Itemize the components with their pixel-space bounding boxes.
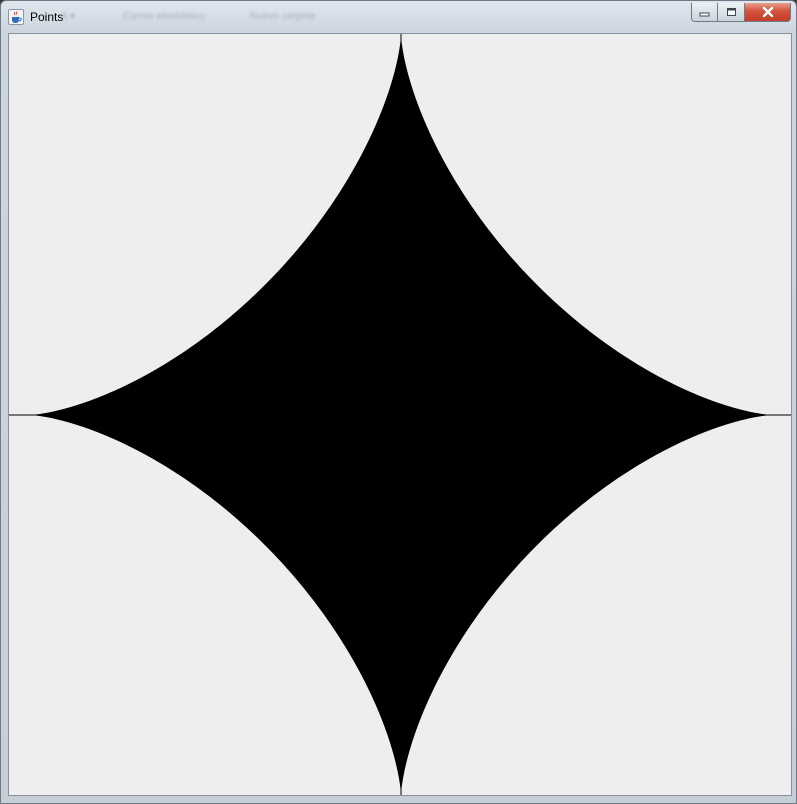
astroid-plot (9, 34, 791, 795)
maximize-button[interactable] (718, 3, 745, 22)
minimize-icon (699, 12, 710, 16)
close-button[interactable] (745, 3, 791, 22)
background-ghost-text: A ▾ (61, 11, 75, 22)
caption-buttons (691, 3, 791, 23)
maximize-icon (726, 8, 736, 16)
drawing-canvas (8, 33, 792, 796)
minimize-button[interactable] (691, 3, 718, 22)
title-bar[interactable]: Points A ▾ Correo electrónico Nuevo carp… (1, 1, 796, 32)
java-coffee-icon[interactable] (8, 9, 24, 25)
background-ghost-text: Nuevo carpeta (250, 11, 316, 22)
close-icon (762, 6, 773, 18)
application-window: Points A ▾ Correo electrónico Nuevo carp… (0, 0, 797, 804)
astroid-shape (29, 34, 773, 795)
window-title: Points (30, 10, 64, 24)
background-ghost-text: Correo electrónico (123, 11, 205, 22)
